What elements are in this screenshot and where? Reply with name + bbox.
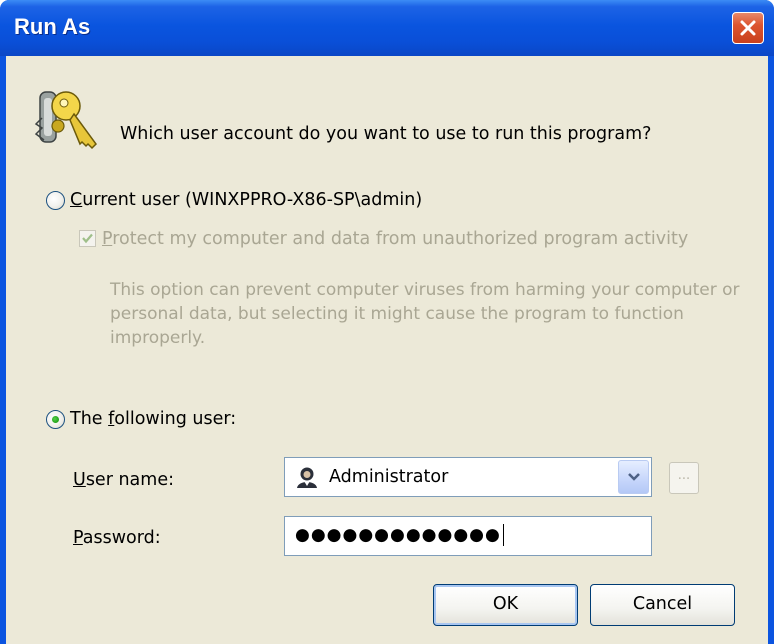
username-accel: U	[73, 470, 86, 490]
following-user-label[interactable]: The following user:	[70, 409, 236, 429]
title-bar[interactable]: Run As	[0, 0, 774, 56]
protect-checkbox[interactable]	[79, 230, 96, 247]
run-as-dialog: Run As Which user account do you want to…	[0, 0, 774, 644]
username-value: Administrator	[329, 467, 449, 487]
close-button[interactable]	[732, 12, 764, 44]
browse-users-button[interactable]: ...	[669, 462, 699, 494]
cancel-button[interactable]: Cancel	[590, 584, 735, 626]
checkmark-icon	[82, 233, 93, 244]
radio-selected-dot	[52, 416, 59, 423]
username-label: User name:	[73, 470, 174, 490]
password-label: Password:	[73, 528, 161, 548]
protect-label: Protect my computer and data from unauth…	[102, 229, 688, 249]
password-field[interactable]: ●●●●●●●●●●●●●	[284, 516, 652, 556]
following-user-label-pre: The	[70, 409, 109, 429]
username-combobox[interactable]: Administrator	[284, 457, 652, 497]
following-user-label-post: ollowing user:	[114, 409, 237, 429]
window-title: Run As	[14, 14, 91, 39]
current-user-label-rest: urrent user (WINXPPRO-X86-SP\admin)	[82, 190, 423, 210]
username-label-rest: ser name:	[85, 470, 174, 490]
protect-description: This option can prevent computer viruses…	[110, 280, 740, 348]
dialog-body: Which user account do you want to use to…	[6, 56, 768, 644]
current-user-accel: C	[70, 190, 83, 210]
keys-icon	[34, 91, 97, 150]
current-user-radio[interactable]	[46, 191, 65, 210]
password-label-rest: assword:	[82, 528, 161, 548]
protect-accel: P	[102, 229, 113, 249]
chevron-down-icon	[628, 473, 640, 481]
user-icon	[297, 467, 317, 488]
current-user-label[interactable]: Current user (WINXPPRO-X86-SP\admin)	[70, 190, 422, 210]
close-icon	[740, 20, 756, 36]
password-masked-value: ●●●●●●●●●●●●●	[295, 525, 501, 545]
protect-label-rest: rotect my computer and data from unautho…	[112, 229, 689, 249]
ok-button[interactable]: OK	[433, 584, 578, 626]
question-text: Which user account do you want to use to…	[120, 124, 652, 144]
following-user-radio[interactable]	[46, 410, 65, 429]
text-caret	[502, 524, 504, 546]
password-accel: P	[73, 528, 83, 548]
username-dropdown-button[interactable]	[618, 460, 649, 494]
